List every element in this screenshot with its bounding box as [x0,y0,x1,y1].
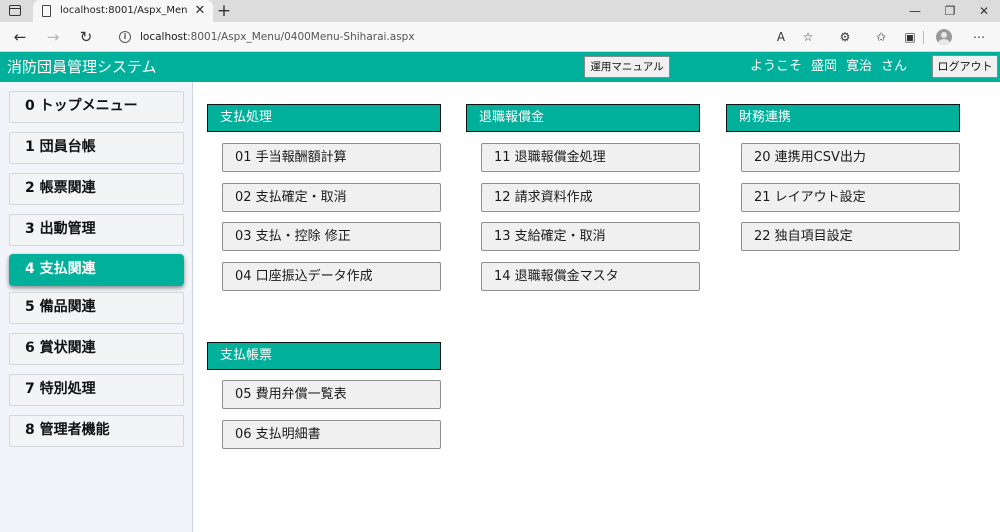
window-close-icon[interactable]: ✕ [975,2,993,20]
section-retirement-reward: 退職報償金 [466,104,700,132]
close-icon[interactable]: ✕ [193,3,207,19]
sidebar: 0 トップメニュー 1 団員台帳 2 帳票関連 3 出動管理 4 支払関連 5 … [0,82,193,532]
menu-button-13[interactable]: 13 支給確定・取消 [481,222,700,251]
menu-button-20[interactable]: 20 連携用CSV出力 [741,143,960,172]
collections-icon[interactable]: ▣ [901,28,919,46]
user-honorific: さん [881,59,908,74]
section-payment-forms: 支払帳票 [207,342,441,370]
sidebar-item-payment[interactable]: 4 支払関連 [9,254,184,286]
restore-icon[interactable]: ❐ [941,2,959,20]
site-info-icon[interactable]: i [119,31,131,43]
sidebar-item-equipment[interactable]: 5 備品関連 [9,292,184,324]
menu-button-06[interactable]: 06 支払明細書 [222,420,441,449]
minimize-icon[interactable]: — [906,2,924,20]
sidebar-item-forms[interactable]: 2 帳票関連 [9,173,184,205]
toolbar-divider [923,31,924,44]
menu-button-21[interactable]: 21 レイアウト設定 [741,183,960,212]
menu-button-01[interactable]: 01 手当報酬額計算 [222,143,441,172]
sidebar-item-dispatch[interactable]: 3 出動管理 [9,214,184,246]
sidebar-item-member-ledger[interactable]: 1 団員台帳 [9,132,184,164]
section-payment-processing: 支払処理 [207,104,441,132]
url-path: :8001/Aspx_Menu/0400Menu-Shiharai.aspx [187,31,415,43]
sidebar-item-special[interactable]: 7 特別処理 [9,374,184,406]
welcome-text: ようこそ 盛岡 寛治 さん [750,57,916,77]
app-header: 消防団員管理システム 運用マニュアル ようこそ 盛岡 寛治 さん ログアウト [0,52,1000,82]
favorites-icon[interactable]: ✩ [872,28,890,46]
profile-avatar-icon[interactable] [936,29,952,45]
logout-button[interactable]: ログアウト [932,55,998,78]
menu-button-03[interactable]: 03 支払・控除 修正 [222,222,441,251]
browser-toolbar: ← → ↻ i localhost:8001/Aspx_Menu/0400Men… [0,22,1000,52]
menu-button-11[interactable]: 11 退職報償金処理 [481,143,700,172]
more-icon[interactable]: ⋯ [970,28,988,46]
menu-button-02[interactable]: 02 支払確定・取消 [222,183,441,212]
read-aloud-icon[interactable]: A [772,28,790,46]
menu-button-22[interactable]: 22 独自項目設定 [741,222,960,251]
favorite-star-icon[interactable]: ☆ [799,28,817,46]
sidebar-item-certificates[interactable]: 6 賞状関連 [9,333,184,365]
sidebar-item-admin[interactable]: 8 管理者機能 [9,415,184,447]
browser-tab[interactable]: localhost:8001/Aspx_Menu/0400 ✕ [33,0,213,22]
window-menu-icon[interactable] [9,5,21,16]
menu-button-04[interactable]: 04 口座振込データ作成 [222,262,441,291]
welcome-greeting: ようこそ [750,59,803,74]
refresh-icon[interactable]: ↻ [76,27,96,47]
menu-button-12[interactable]: 12 請求資料作成 [481,183,700,212]
menu-button-05[interactable]: 05 費用弁償一覧表 [222,380,441,409]
url-host: localhost [140,31,188,43]
page-icon [42,5,51,17]
extensions-icon[interactable]: ⚙ [836,28,854,46]
sidebar-item-top-menu[interactable]: 0 トップメニュー [9,91,184,123]
user-given-name: 寛治 [846,59,873,74]
user-family-name: 盛岡 [811,59,838,74]
section-finance-link: 財務連携 [726,104,960,132]
new-tab-icon[interactable]: + [215,1,233,21]
browser-tabstrip: localhost:8001/Aspx_Menu/0400 ✕ + — ❐ ✕ [0,0,1000,22]
tab-title: localhost:8001/Aspx_Menu/0400 [60,5,188,16]
address-bar[interactable]: localhost:8001/Aspx_Menu/0400Menu-Shihar… [140,29,415,45]
app-title: 消防団員管理システム [7,58,157,76]
menu-button-14[interactable]: 14 退職報償金マスタ [481,262,700,291]
forward-icon[interactable]: → [43,27,63,47]
manual-button[interactable]: 運用マニュアル [584,56,670,78]
back-icon[interactable]: ← [10,27,30,47]
